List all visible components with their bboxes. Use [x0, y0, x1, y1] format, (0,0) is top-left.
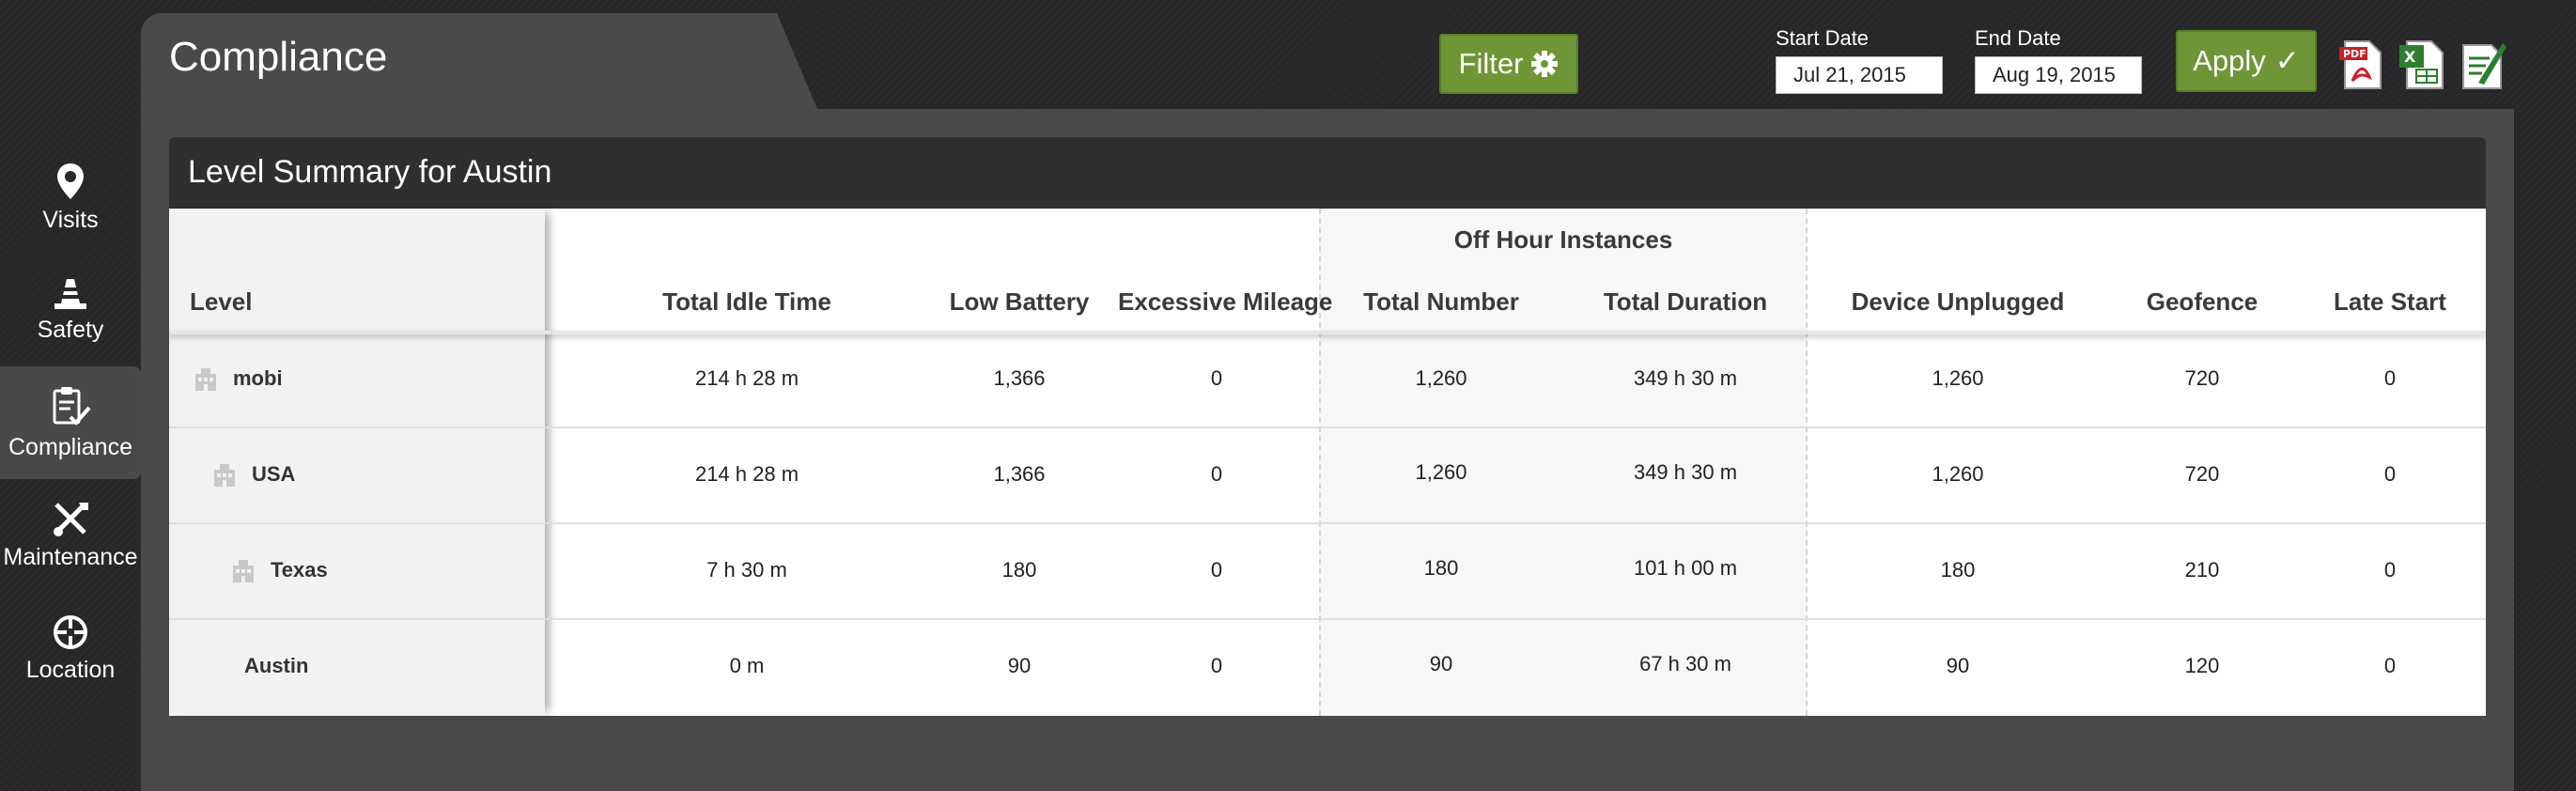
table-cell: 1,260: [1415, 366, 1467, 390]
crosshair-icon: [54, 614, 87, 649]
table-cell: 7 h 30 m: [706, 558, 787, 582]
sidebar-item-label: Safety: [37, 316, 104, 343]
column-header-total-duration[interactable]: Total Duration: [1563, 287, 1808, 317]
map-pin-icon: [57, 163, 84, 199]
column-header-late-start[interactable]: Late Start: [2296, 287, 2484, 317]
level-name: USA: [252, 462, 296, 486]
page-title: Compliance: [169, 34, 388, 80]
sidebar-item-label: Visits: [42, 206, 99, 233]
tools-icon: [54, 502, 88, 536]
row-divider: [169, 522, 2486, 524]
end-date-input[interactable]: Aug 19, 2015: [1975, 56, 2142, 94]
sidebar-item-safety[interactable]: Safety: [0, 254, 141, 366]
table-cell: 101 h 00 m: [1633, 556, 1738, 580]
building-icon: [233, 560, 254, 582]
column-header-total-number[interactable]: Total Number: [1319, 287, 1563, 317]
column-header-total-idle-time[interactable]: Total Idle Time: [573, 287, 921, 317]
checkmark-icon: ✓: [2274, 44, 2300, 77]
level-summary-table: Off Hour Instances Level Total Idle Time…: [169, 209, 2486, 716]
table-cell: 0: [2383, 366, 2397, 390]
table-cell: 210: [2184, 558, 2220, 582]
sidebar-item-compliance[interactable]: Compliance: [0, 366, 141, 479]
filter-button-label: Filter: [1458, 47, 1524, 80]
table-cell: 0: [2383, 654, 2397, 677]
sidebar-item-label: Maintenance: [3, 543, 138, 570]
traffic-cone-icon: [54, 278, 86, 309]
table-cell: 349 h 30 m: [1633, 366, 1738, 390]
table-cell: 0: [1210, 558, 1223, 582]
start-date-label: Start Date: [1776, 26, 1870, 50]
table-cell: 1,366: [993, 366, 1046, 390]
level-name: mobi: [233, 366, 283, 390]
end-date-label: End Date: [1975, 26, 2061, 50]
table-row-level-mobi[interactable]: mobi: [194, 366, 283, 391]
table-cell: 67 h 30 m: [1639, 652, 1731, 675]
filter-button[interactable]: Filter: [1439, 34, 1578, 94]
excel-export-icon[interactable]: X: [2398, 39, 2446, 90]
table-card-header: Level Summary for Austin: [169, 137, 2486, 209]
table-cell: 90: [1007, 654, 1032, 677]
column-header-geofence[interactable]: Geofence: [2108, 287, 2296, 317]
table-cell: 720: [2184, 462, 2220, 486]
row-divider: [169, 427, 2486, 428]
sidebar-item-label: Compliance: [8, 433, 132, 460]
table-cell: 1,260: [1415, 460, 1467, 484]
svg-text:X: X: [2404, 48, 2416, 66]
table-cell: 90: [1429, 652, 1453, 675]
sidebar: Visits Safety Compliance Maintenance Loc…: [0, 141, 141, 705]
table-cell: 214 h 28 m: [694, 462, 799, 486]
row-divider: [169, 618, 2486, 620]
table-cell: 349 h 30 m: [1633, 460, 1738, 484]
pdf-export-icon[interactable]: PDF: [2337, 39, 2386, 90]
start-date-input[interactable]: Jul 21, 2015: [1776, 56, 1943, 94]
table-cell: 1,366: [993, 462, 1046, 486]
column-header-low-battery[interactable]: Low Battery: [921, 287, 1118, 317]
table-cell: 0 m: [729, 654, 765, 677]
building-icon: [195, 368, 216, 391]
table-cell: 0: [2383, 462, 2397, 486]
table-cell: 0: [2383, 558, 2397, 582]
column-header-level[interactable]: Level: [190, 287, 253, 317]
sidebar-item-maintenance[interactable]: Maintenance: [0, 479, 141, 592]
table-cell: 180: [1001, 558, 1037, 582]
building-icon: [214, 464, 235, 487]
table-title: Level Summary for Austin: [188, 154, 552, 190]
header-divider: [169, 331, 2486, 334]
level-name: Austin: [244, 654, 309, 677]
table-cell: 1,260: [1932, 462, 1984, 486]
clipboard-check-icon: [53, 386, 91, 426]
table-cell: 214 h 28 m: [694, 366, 799, 390]
table-cell: 180: [1940, 558, 1976, 582]
column-header-device-unplugged[interactable]: Device Unplugged: [1808, 287, 2108, 317]
table-row-level-austin[interactable]: Austin: [244, 654, 308, 678]
table-row-level-usa[interactable]: USA: [212, 462, 295, 487]
table-cell: 0: [1210, 366, 1223, 390]
sidebar-item-visits[interactable]: Visits: [0, 141, 141, 254]
gear-icon: [1531, 51, 1559, 77]
apply-button[interactable]: Apply ✓: [2176, 30, 2317, 92]
apply-button-label: Apply: [2193, 44, 2266, 77]
edit-export-icon[interactable]: [2458, 39, 2506, 90]
table-cell: 1,260: [1932, 366, 1984, 390]
column-header-excessive-mileage[interactable]: Excessive Mileage: [1118, 287, 1332, 317]
table-cell: 120: [2184, 654, 2220, 677]
table-cell: 0: [1210, 654, 1223, 677]
svg-text:PDF: PDF: [2343, 48, 2367, 60]
table-cell: 90: [1946, 654, 1970, 677]
off-hour-instances-header: Off Hour Instances: [1453, 225, 1673, 254]
table-cell: 0: [1210, 462, 1223, 486]
table-cell: 720: [2184, 366, 2220, 390]
table-cell: 180: [1423, 556, 1459, 580]
sidebar-item-location[interactable]: Location: [0, 592, 141, 705]
table-row-level-texas[interactable]: Texas: [231, 558, 328, 582]
level-name: Texas: [271, 558, 328, 582]
sidebar-item-label: Location: [25, 656, 116, 683]
